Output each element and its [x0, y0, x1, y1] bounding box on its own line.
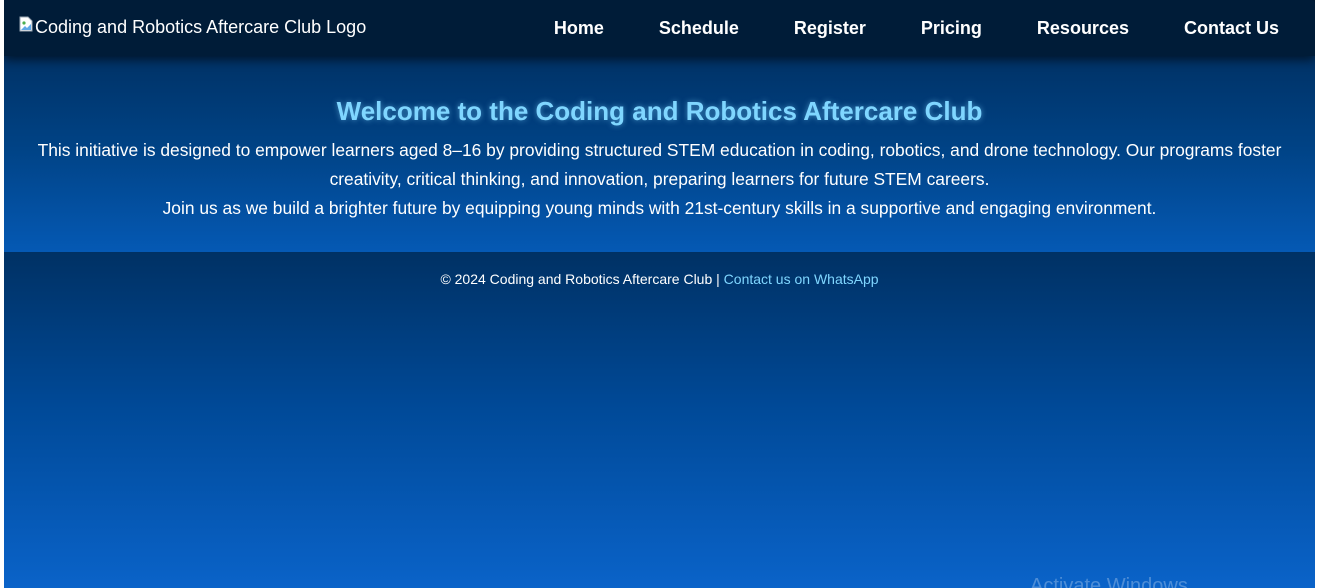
nav-contact-us-link[interactable]: Contact Us	[1184, 17, 1279, 39]
footer-copyright: © 2024 Coding and Robotics Aftercare Clu…	[440, 271, 724, 287]
nav-pricing-link[interactable]: Pricing	[921, 17, 982, 39]
activate-windows-watermark: Activate Windows	[1030, 575, 1188, 588]
hero-paragraph-join: Join us as we build a brighter future by…	[162, 198, 1157, 218]
nav-schedule-link[interactable]: Schedule	[659, 17, 739, 39]
nav-home-link[interactable]: Home	[554, 17, 604, 39]
main-nav: Home Schedule Register Pricing Resources…	[499, 17, 1279, 39]
welcome-hero: Welcome to the Coding and Robotics After…	[4, 56, 1315, 252]
site-footer: © 2024 Coding and Robotics Aftercare Clu…	[4, 252, 1315, 306]
hero-description: This initiative is designed to empower l…	[34, 136, 1285, 223]
page-frame: Coding and Robotics Aftercare Club Logo …	[4, 0, 1315, 588]
broken-image-icon	[19, 16, 33, 32]
hero-title: Welcome to the Coding and Robotics After…	[336, 96, 983, 126]
logo-alt-text: Coding and Robotics Aftercare Club Logo	[35, 17, 367, 37]
whatsapp-contact-link[interactable]: Contact us on WhatsApp	[724, 271, 879, 287]
site-logo[interactable]: Coding and Robotics Aftercare Club Logo	[19, 16, 366, 38]
hero-paragraph-intro: This initiative is designed to empower l…	[37, 140, 1282, 189]
nav-register-link[interactable]: Register	[794, 17, 866, 39]
top-navbar: Coding and Robotics Aftercare Club Logo …	[4, 0, 1315, 56]
nav-resources-link[interactable]: Resources	[1037, 17, 1129, 39]
